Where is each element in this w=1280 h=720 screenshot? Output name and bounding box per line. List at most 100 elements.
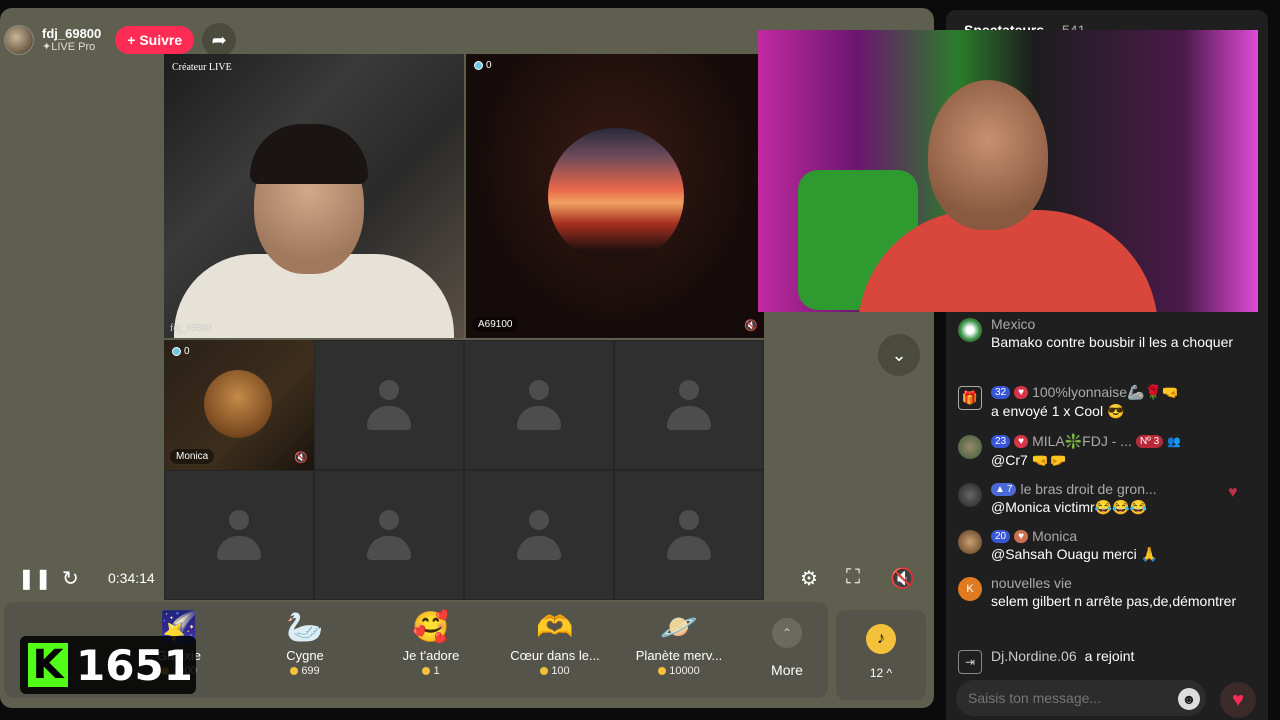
score-icon: [172, 347, 181, 356]
join-username[interactable]: Dj.Nordine.06: [991, 648, 1077, 664]
message-body: Mexico Bamako contre bousbir il les a ch…: [991, 316, 1251, 351]
user-avatar[interactable]: [958, 318, 982, 342]
message-text: @Sahsah Ouagu merci 🙏: [991, 546, 1159, 562]
tile-monica[interactable]: 0 Monica 🔇: [164, 340, 314, 470]
creator-username: fdj_69800: [170, 323, 212, 334]
gift-icon: 🥰: [412, 611, 450, 644]
gift-item[interactable]: 🦢 Cygne 699: [250, 610, 360, 677]
gift-icon: 🦢: [286, 611, 324, 644]
chat-input[interactable]: [956, 680, 1206, 716]
username-row: 32 ♥ 100%lyonnaise🦾🌹🤜: [991, 384, 1251, 401]
tile-a69100[interactable]: 0 A69100 🔇: [466, 54, 764, 338]
gift-name: Cœur dans le...: [510, 648, 600, 663]
lion-avatar: [204, 370, 272, 438]
rank-badge: Nº 3: [1135, 435, 1164, 448]
gift-item[interactable]: 🥰 Je t'adore 1: [376, 610, 486, 677]
more-gifts-button[interactable]: ⌃ More: [760, 618, 814, 678]
person-icon: [517, 510, 561, 560]
user-avatar[interactable]: [958, 483, 982, 507]
chevron-down-icon[interactable]: ⌄: [878, 334, 920, 376]
host-name[interactable]: fdj_69800: [42, 26, 101, 41]
person-icon: [517, 380, 561, 430]
message-text: @Monica victimr😂😂😂: [991, 499, 1147, 515]
settings-icon[interactable]: ⚙: [800, 566, 818, 591]
gift-price-value: 699: [301, 665, 320, 677]
pause-icon[interactable]: ❚❚: [18, 566, 52, 591]
user-avatar[interactable]: K: [958, 577, 982, 601]
player-controls: ❚❚ ↻ 0:34:14 ⚙ ⛶ 🔇: [0, 558, 934, 600]
username-row: ▲ 7 le bras droit de gron...: [991, 481, 1251, 497]
person-icon: [217, 510, 261, 560]
join-text: a rejoint: [1084, 648, 1135, 664]
mute-icon[interactable]: 🔇: [890, 566, 915, 591]
gift-price-value: 1: [433, 665, 440, 677]
empty-seat[interactable]: [614, 340, 764, 470]
username[interactable]: nouvelles vie: [991, 575, 1251, 591]
join-row: Dj.Nordine.06 a rejoint: [991, 648, 1251, 664]
sunset-avatar: [548, 128, 684, 264]
like-heart-icon[interactable]: ♥: [1220, 682, 1256, 718]
gift-icon: 🎁: [958, 386, 982, 410]
username[interactable]: 100%lyonnaise🦾🌹🤜: [1032, 384, 1179, 401]
user-avatar[interactable]: [958, 530, 982, 554]
coin-icon: [290, 667, 299, 675]
score-value: 0: [184, 346, 190, 357]
creator-hair: [250, 124, 368, 184]
message-body: nouvelles vie selem gilbert n arrête pas…: [991, 575, 1251, 610]
replay-icon[interactable]: ↻: [62, 566, 79, 591]
level-badge: 20: [991, 529, 1011, 543]
host-avatar[interactable]: [4, 25, 34, 55]
message-body: 32 ♥ 100%lyonnaise🦾🌹🤜 a envoyé 1 x Cool …: [991, 384, 1251, 420]
kick-logo-icon: K: [28, 643, 68, 687]
host-info: fdj_69800 ✦LIVE Pro: [42, 26, 101, 54]
gift-icon: 🪐: [660, 611, 698, 644]
live-stream-page: fdj_69800 ✦LIVE Pro + Suivre ➦ Créateur …: [0, 0, 1280, 720]
message-body: 23 ♥ MILA❇️FDJ - ... Nº 3 👥 @Cr7 🤜🤛: [991, 433, 1251, 469]
coin-icon: [422, 667, 431, 675]
heart-badge-icon: ♥: [1014, 386, 1029, 399]
message-text: Bamako contre bousbir il les a choquer: [991, 334, 1234, 350]
share-icon[interactable]: ➦: [202, 23, 237, 57]
level-badge: ▲ 7: [991, 482, 1017, 496]
guest-name: Monica: [170, 449, 215, 464]
join-body: Dj.Nordine.06 a rejoint: [991, 648, 1251, 664]
gift-price: 1: [376, 665, 486, 677]
empty-seat[interactable]: [464, 340, 614, 470]
gift-name: Cygne: [286, 648, 324, 663]
person-icon: [667, 510, 711, 560]
coin-icon: [540, 667, 549, 675]
creator-live-label: Créateur LIVE: [172, 62, 232, 73]
tile-creator[interactable]: Créateur LIVE fdj_69800: [164, 54, 464, 338]
score-icon: [474, 61, 483, 70]
message-body: ▲ 7 le bras droit de gron... @Monica vict…: [991, 481, 1251, 516]
username[interactable]: le bras droit de gron...: [1020, 481, 1156, 497]
guest-name: A69100: [472, 317, 519, 332]
kick-viewer-overlay: K 1651: [20, 636, 196, 694]
person-icon: [367, 380, 411, 430]
gift-price-value: 100: [551, 665, 570, 677]
user-avatar[interactable]: [958, 435, 982, 459]
score-value: 0: [486, 60, 492, 71]
gift-name: Planète merv...: [635, 648, 723, 663]
heart-badge-icon: ♥: [1014, 529, 1029, 543]
coins-button[interactable]: ♪ 12 ^: [836, 610, 926, 700]
gift-item[interactable]: 🫶 Cœur dans le... 100: [500, 610, 610, 677]
team-icon: 👥: [1167, 436, 1181, 448]
tiktok-coin-icon: ♪: [866, 624, 896, 654]
gift-item[interactable]: 🪐 Planète merv... 10000: [624, 610, 734, 677]
gift-price: 699: [250, 665, 360, 677]
username-row: 20 ♥ Monica: [991, 528, 1251, 544]
follow-button[interactable]: + Suivre: [115, 26, 195, 54]
person-icon: [367, 510, 411, 560]
emoji-icon[interactable]: ☻: [1178, 688, 1200, 710]
gift-name: Je t'adore: [402, 648, 460, 663]
username[interactable]: MILA❇️FDJ - ...: [1032, 433, 1132, 450]
host-subtitle: ✦LIVE Pro: [42, 41, 96, 54]
username[interactable]: Mexico: [991, 316, 1251, 332]
empty-seat[interactable]: [314, 340, 464, 470]
message-body: 20 ♥ Monica @Sahsah Ouagu merci 🙏: [991, 528, 1251, 563]
fullscreen-icon[interactable]: ⛶: [846, 566, 860, 589]
person-icon: [667, 380, 711, 430]
username[interactable]: Monica: [1032, 528, 1077, 544]
guest-grid: Créateur LIVE fdj_69800 0 A69100 🔇 0 Mon…: [164, 54, 764, 600]
